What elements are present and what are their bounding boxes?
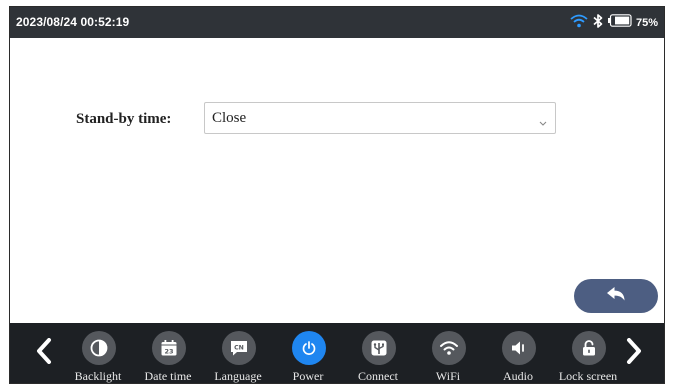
calendar-icon: 23	[152, 331, 186, 365]
status-bar: 2023/08/24 00:52:19 75%	[10, 7, 664, 38]
bluetooth-icon	[592, 13, 604, 34]
status-datetime: 2023/08/24 00:52:19	[16, 15, 130, 29]
language-icon: CN	[222, 331, 256, 365]
toolbar-item-label: Lock screen	[558, 369, 618, 383]
wifi-icon	[570, 14, 588, 33]
chevron-left-icon	[36, 337, 52, 369]
calendar-icon-text: 23	[164, 348, 173, 356]
back-arrow-icon	[606, 286, 626, 307]
standby-time-label: Stand-by time:	[76, 111, 172, 127]
back-button[interactable]	[574, 279, 658, 313]
settings-panel: Stand-by time: Close	[10, 38, 664, 324]
device-screen: 2023/08/24 00:52:19 75% Stand-by time: C…	[9, 6, 665, 384]
power-icon	[292, 331, 326, 365]
chevron-right-icon	[626, 337, 642, 369]
battery-indicator: 75%	[607, 14, 658, 32]
battery-icon	[607, 14, 632, 32]
language-icon-text: CN	[234, 344, 244, 351]
battery-percent: 75%	[635, 17, 658, 29]
standby-time-select[interactable]: Close	[204, 102, 556, 134]
chevron-down-icon	[539, 114, 547, 132]
standby-time-value: Close	[212, 110, 247, 126]
lock-icon	[572, 331, 606, 365]
scroll-right-button[interactable]	[624, 337, 644, 369]
wifi-icon	[432, 331, 466, 365]
bottom-toolbar: Backlight 23 Date time CN Language Power…	[10, 323, 664, 383]
contrast-icon	[82, 331, 116, 365]
scroll-left-button[interactable]	[34, 337, 54, 369]
speaker-icon	[502, 331, 536, 365]
status-icons: 75%	[570, 12, 658, 34]
toolbar-item-lock-screen[interactable]: Lock screen	[553, 323, 623, 383]
usb-icon	[362, 331, 396, 365]
